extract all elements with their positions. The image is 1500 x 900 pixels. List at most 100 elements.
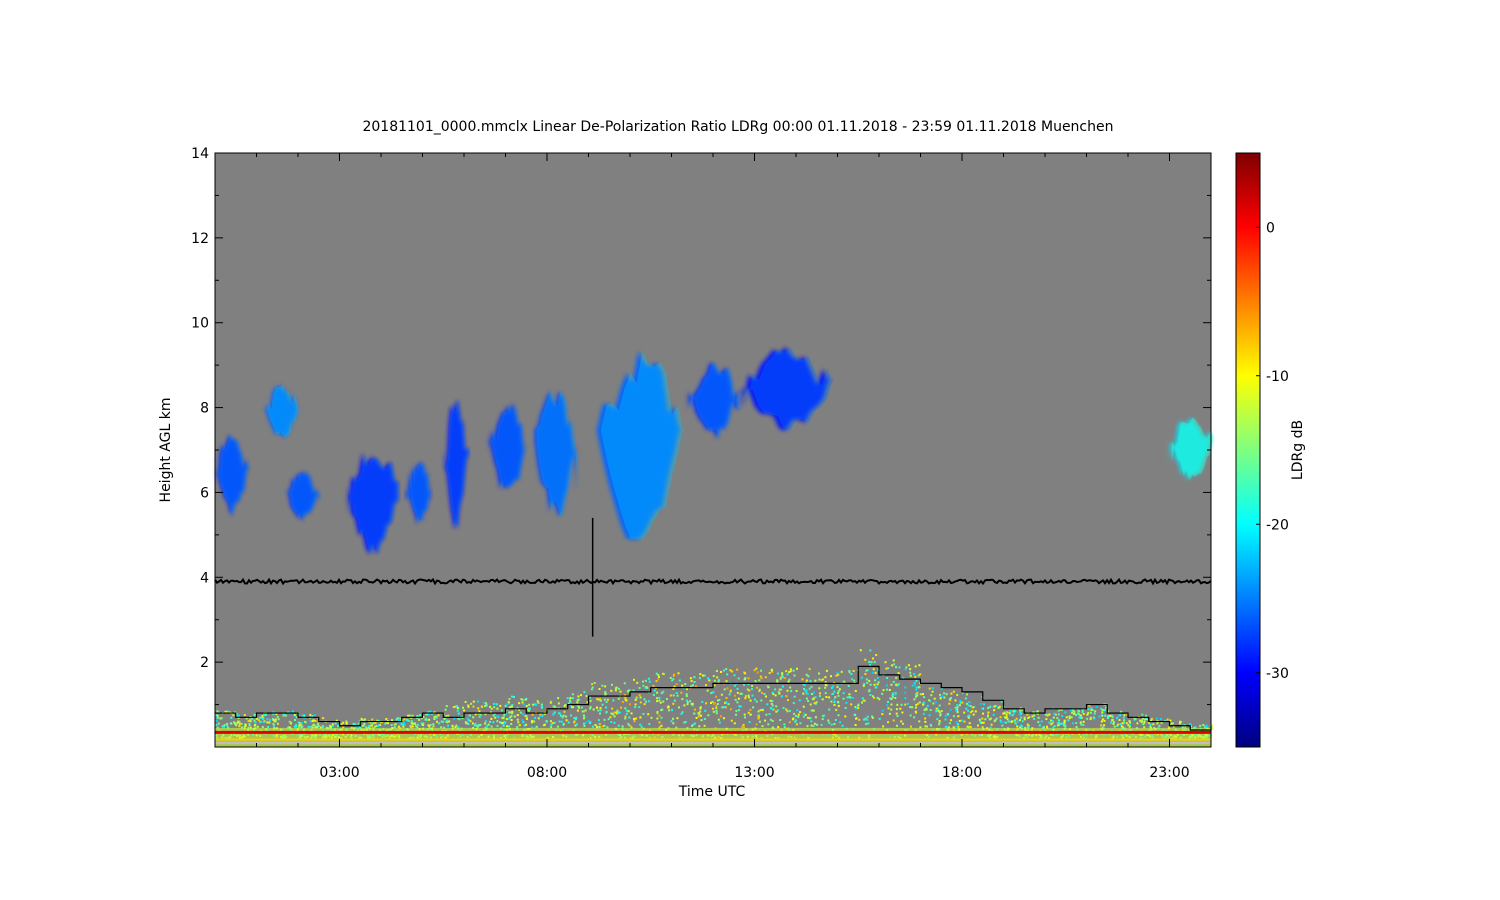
boundary-layer-pixel <box>775 710 778 713</box>
boundary-layer-pixel <box>913 684 916 687</box>
boundary-layer-pixel <box>576 699 579 702</box>
boundary-layer-pixel <box>640 725 643 728</box>
boundary-layer-pixel <box>789 668 792 671</box>
boundary-layer-pixel <box>929 709 932 711</box>
y-tick-label: 4 <box>200 570 209 586</box>
boundary-layer-pixel <box>638 687 641 689</box>
boundary-layer-pixel <box>478 710 481 713</box>
boundary-layer-pixel <box>240 722 243 725</box>
boundary-layer-pixel <box>648 677 650 680</box>
boundary-layer-pixel <box>989 717 992 720</box>
boundary-layer-pixel <box>230 716 233 719</box>
boundary-layer-pixel <box>379 724 382 726</box>
boundary-layer-pixel <box>799 711 802 714</box>
boundary-layer-pixel <box>888 712 891 715</box>
boundary-layer-pixel <box>615 712 618 715</box>
boundary-layer-pixel <box>653 689 656 692</box>
boundary-layer-pixel <box>522 713 525 716</box>
boundary-layer-pixel <box>1023 716 1026 719</box>
boundary-layer-pixel <box>221 725 224 728</box>
boundary-layer-pixel <box>1087 711 1090 714</box>
boundary-layer-pixel <box>253 724 256 727</box>
boundary-layer-pixel <box>796 667 798 670</box>
boundary-layer-pixel <box>984 718 987 721</box>
boundary-layer-pixel <box>956 694 959 696</box>
boundary-layer-pixel <box>522 703 525 706</box>
boundary-layer-pixel <box>1016 725 1019 728</box>
boundary-layer-pixel <box>294 725 296 728</box>
boundary-layer-pixel <box>886 704 889 707</box>
boundary-layer-pixel <box>672 694 675 697</box>
boundary-layer-pixel <box>833 703 836 706</box>
boundary-layer-pixel <box>1089 716 1092 719</box>
boundary-layer-pixel <box>458 718 461 721</box>
boundary-layer-pixel <box>1048 713 1051 716</box>
boundary-layer-pixel <box>427 713 430 716</box>
boundary-layer-pixel <box>272 713 275 716</box>
boundary-layer-pixel <box>496 707 499 710</box>
boundary-layer-pixel <box>1082 720 1085 723</box>
boundary-layer-pixel <box>862 699 865 702</box>
boundary-layer-pixel <box>1016 720 1019 723</box>
boundary-layer-pixel <box>852 670 855 672</box>
boundary-layer-pixel <box>887 667 890 670</box>
boundary-layer-pixel <box>868 679 871 682</box>
boundary-layer-pixel <box>1111 715 1114 718</box>
boundary-layer-pixel <box>277 718 280 721</box>
boundary-layer-pixel <box>1015 722 1018 725</box>
boundary-layer-pixel <box>464 701 467 703</box>
boundary-layer-pixel <box>728 693 731 696</box>
boundary-layer-pixel <box>613 711 616 714</box>
boundary-layer-pixel <box>598 722 601 725</box>
boundary-layer-pixel <box>518 702 521 705</box>
boundary-layer-pixel <box>805 689 808 692</box>
boundary-layer-pixel <box>743 713 746 716</box>
boundary-layer-pixel <box>492 721 495 724</box>
boundary-layer-pixel <box>451 724 454 727</box>
boundary-layer-pixel <box>293 714 296 716</box>
boundary-layer-pixel <box>581 706 583 709</box>
boundary-layer-pixel <box>755 686 758 689</box>
boundary-layer-pixel <box>913 682 916 685</box>
boundary-layer-pixel <box>1070 716 1073 719</box>
boundary-layer-pixel <box>744 716 746 719</box>
boundary-layer-pixel <box>501 716 504 719</box>
boundary-layer-pixel <box>727 703 730 706</box>
boundary-layer-pixel <box>931 687 934 690</box>
boundary-layer-pixel <box>882 689 885 692</box>
boundary-layer-pixel <box>748 721 751 724</box>
boundary-layer-pixel <box>499 704 502 707</box>
boundary-layer-pixel <box>557 702 560 705</box>
boundary-layer-pixel <box>639 701 642 704</box>
boundary-layer-pixel <box>522 721 525 724</box>
y-axis-label: Height AGL km <box>158 398 174 503</box>
boundary-layer-pixel <box>848 693 851 696</box>
boundary-layer-pixel <box>693 681 696 683</box>
boundary-layer-pixel <box>824 676 827 679</box>
boundary-layer-pixel <box>312 723 315 726</box>
boundary-layer-pixel <box>807 693 810 695</box>
boundary-layer-pixel <box>531 713 534 716</box>
boundary-layer-pixel <box>1100 720 1103 723</box>
boundary-layer-pixel <box>723 669 725 672</box>
boundary-layer-pixel <box>919 693 922 696</box>
boundary-layer-pixel <box>1026 723 1029 726</box>
boundary-layer-pixel <box>715 695 718 698</box>
boundary-layer-pixel <box>737 677 740 680</box>
boundary-layer-pixel <box>337 725 339 728</box>
boundary-layer-pixel <box>778 692 781 695</box>
boundary-layer-pixel <box>676 717 679 720</box>
boundary-layer-pixel <box>690 703 693 705</box>
boundary-layer-pixel <box>828 721 831 724</box>
boundary-layer-pixel <box>736 691 739 694</box>
boundary-layer-pixel <box>999 719 1002 722</box>
colorbar-label: LDRg dB <box>1290 420 1306 480</box>
boundary-layer-pixel <box>416 723 419 726</box>
colorbar-gradient <box>1235 152 1261 748</box>
boundary-layer-pixel <box>802 692 805 695</box>
boundary-layer-pixel <box>718 699 721 701</box>
boundary-layer-pixel <box>1051 720 1054 723</box>
boundary-layer-pixel <box>582 710 585 713</box>
boundary-layer-pixel <box>818 687 821 690</box>
boundary-layer-pixel <box>766 703 769 706</box>
